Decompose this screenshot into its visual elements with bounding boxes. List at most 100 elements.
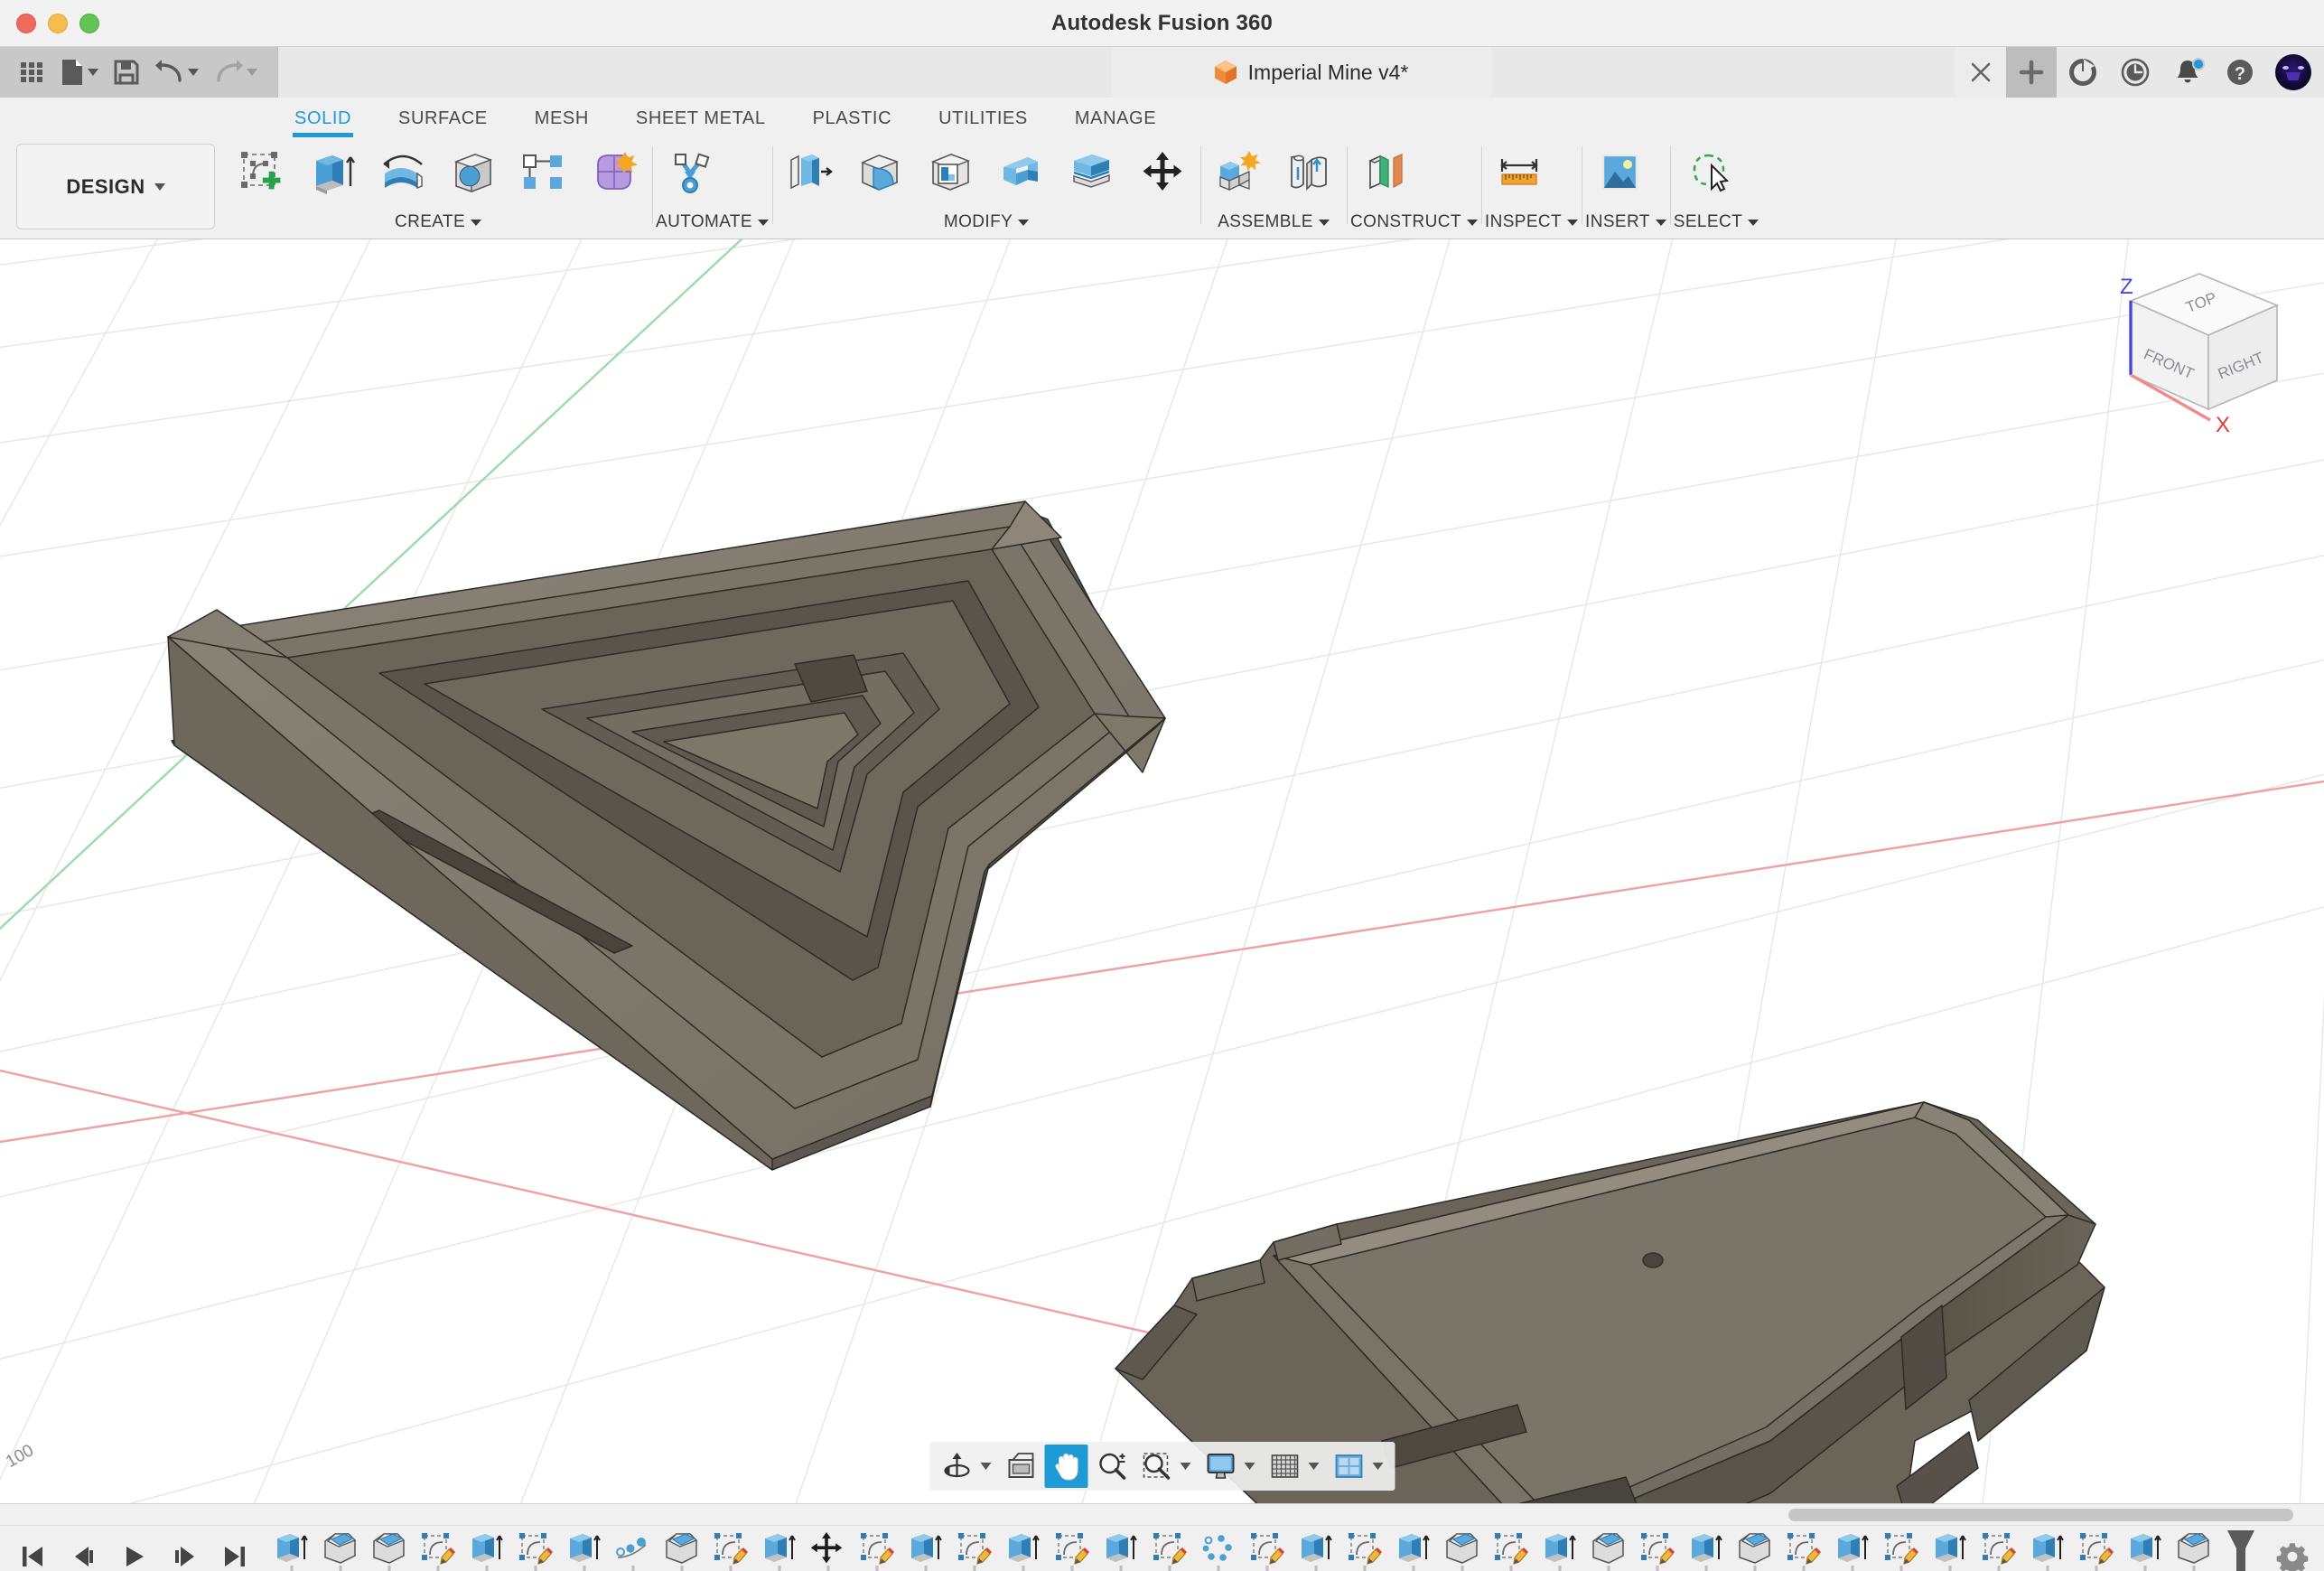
undo-button[interactable] [149,53,204,91]
sketch-feature[interactable] [511,1526,560,1571]
sketch-feature[interactable] [1340,1526,1389,1571]
chamfer-feature[interactable] [1438,1526,1487,1571]
extrude-feature[interactable] [1682,1526,1731,1571]
offset-plane-tool[interactable] [1350,143,1419,202]
extrude-feature[interactable] [1292,1526,1340,1571]
panel-assemble-label[interactable]: ASSEMBLE [1204,212,1343,238]
sketch-feature[interactable] [853,1526,901,1571]
ribbon-tab-plastic[interactable]: PLASTIC [789,108,916,137]
create-form-tool[interactable] [580,143,649,202]
sketch-feature[interactable] [1048,1526,1097,1571]
extrude-feature[interactable] [999,1526,1048,1571]
ribbon-tab-utilities[interactable]: UTILITIES [915,108,1051,137]
panel-insert-label[interactable]: INSERT [1585,212,1666,238]
sketch-feature[interactable] [1243,1526,1292,1571]
chamfer-feature[interactable] [1584,1526,1633,1571]
zoom-button[interactable] [1089,1445,1133,1488]
display-settings-button[interactable] [1199,1445,1242,1488]
chamfer-feature[interactable] [2170,1526,2218,1571]
panel-create-label[interactable]: CREATE [228,212,649,238]
notifications-button[interactable] [2161,47,2214,98]
extrude-feature[interactable] [2121,1526,2170,1571]
panel-select-label[interactable]: SELECT [1674,212,1759,238]
extrude-feature[interactable] [1828,1526,1877,1571]
zoom-window-caret[interactable] [1180,1463,1190,1470]
hole-tool[interactable] [439,143,508,202]
insert-decal-tool[interactable] [1585,143,1654,202]
circular-pattern-feature[interactable] [1194,1526,1243,1571]
revolve-tool[interactable] [369,143,437,202]
workspace-switcher-button[interactable]: DESIGN [16,144,215,229]
extensions-button[interactable] [2057,47,2109,98]
viewport-layout-button[interactable] [1327,1445,1370,1488]
ribbon-tab-sheet-metal[interactable]: SHEET METAL [612,108,789,137]
display-settings-caret[interactable] [1244,1463,1255,1470]
sketch-feature[interactable] [1487,1526,1535,1571]
extrude-tool[interactable] [298,143,367,202]
go-to-beginning-button[interactable] [9,1533,56,1571]
create-sketch-tool[interactable] [228,143,296,202]
panel-automate-label[interactable]: AUTOMATE [656,212,770,238]
save-button[interactable] [107,53,145,91]
sketch-feature[interactable] [950,1526,999,1571]
file-menu-button[interactable] [54,52,104,92]
help-button[interactable]: ? [2214,47,2266,98]
extrude-feature[interactable] [755,1526,804,1571]
move-copy-tool[interactable] [1128,143,1197,202]
sketch-feature[interactable] [1145,1526,1194,1571]
pan-button[interactable] [1044,1445,1087,1488]
document-tab[interactable]: Imperial Mine v4* [1111,47,1491,98]
chamfer-feature[interactable] [658,1526,706,1571]
new-document-button[interactable] [2006,47,2057,98]
sketch-feature[interactable] [1779,1526,1828,1571]
view-cube[interactable]: TOP FRONT RIGHT Z X [2109,265,2299,437]
measure-tool[interactable] [1485,143,1554,202]
chamfer-feature[interactable] [1731,1526,1779,1571]
redo-button[interactable] [208,53,263,91]
go-to-end-button[interactable] [211,1533,258,1571]
extrude-feature[interactable] [1097,1526,1145,1571]
extrude-feature[interactable] [1926,1526,1974,1571]
extrude-feature[interactable] [901,1526,950,1571]
panel-modify-label[interactable]: MODIFY [776,212,1197,238]
zoom-window-button[interactable] [1134,1445,1178,1488]
show-data-panel-button[interactable] [13,53,51,91]
close-document-button[interactable] [1955,47,2006,98]
new-component-tool[interactable] [1204,143,1273,202]
ribbon-tab-mesh[interactable]: MESH [511,108,612,137]
automated-modeling-tool[interactable] [656,143,724,202]
ribbon-tab-manage[interactable]: MANAGE [1051,108,1180,137]
orbit-button[interactable] [935,1445,978,1488]
play-button[interactable] [110,1533,157,1571]
extrude-feature[interactable] [1389,1526,1438,1571]
sketch-feature[interactable] [1974,1526,2023,1571]
press-pull-tool[interactable] [776,143,845,202]
sketch-feature[interactable] [706,1526,755,1571]
extrude-feature[interactable] [462,1526,511,1571]
combine-tool[interactable] [987,143,1056,202]
grid-snaps-button[interactable] [1263,1445,1306,1488]
shell-tool[interactable] [917,143,985,202]
extrude-feature[interactable] [560,1526,609,1571]
ribbon-tab-solid[interactable]: SOLID [271,108,375,137]
panel-construct-label[interactable]: CONSTRUCT [1350,212,1478,238]
sketch-feature[interactable] [1633,1526,1682,1571]
sketch-feature[interactable] [2072,1526,2121,1571]
extrude-feature[interactable] [2023,1526,2072,1571]
timeline-scrollbar-thumb[interactable] [1788,1509,2293,1521]
timeline-scrollbar[interactable] [0,1503,2324,1525]
timeline-settings-button[interactable] [2261,1540,2324,1571]
timeline-track[interactable] [267,1526,2261,1571]
move-feature[interactable] [804,1526,853,1571]
viewport-3d[interactable]: 100 TOP FRONT RIGHT Z X [0,239,2324,1503]
ribbon-tab-surface[interactable]: SURFACE [375,108,511,137]
avatar[interactable] [2275,54,2311,90]
fillet-tool[interactable] [846,143,915,202]
grid-snaps-caret[interactable] [1308,1463,1319,1470]
extrude-feature[interactable] [1535,1526,1584,1571]
look-at-button[interactable] [999,1445,1042,1488]
panel-inspect-label[interactable]: INSPECT [1485,212,1579,238]
pattern-feature[interactable] [609,1526,658,1571]
extrude-feature[interactable] [267,1526,316,1571]
orbit-caret[interactable] [980,1463,991,1470]
